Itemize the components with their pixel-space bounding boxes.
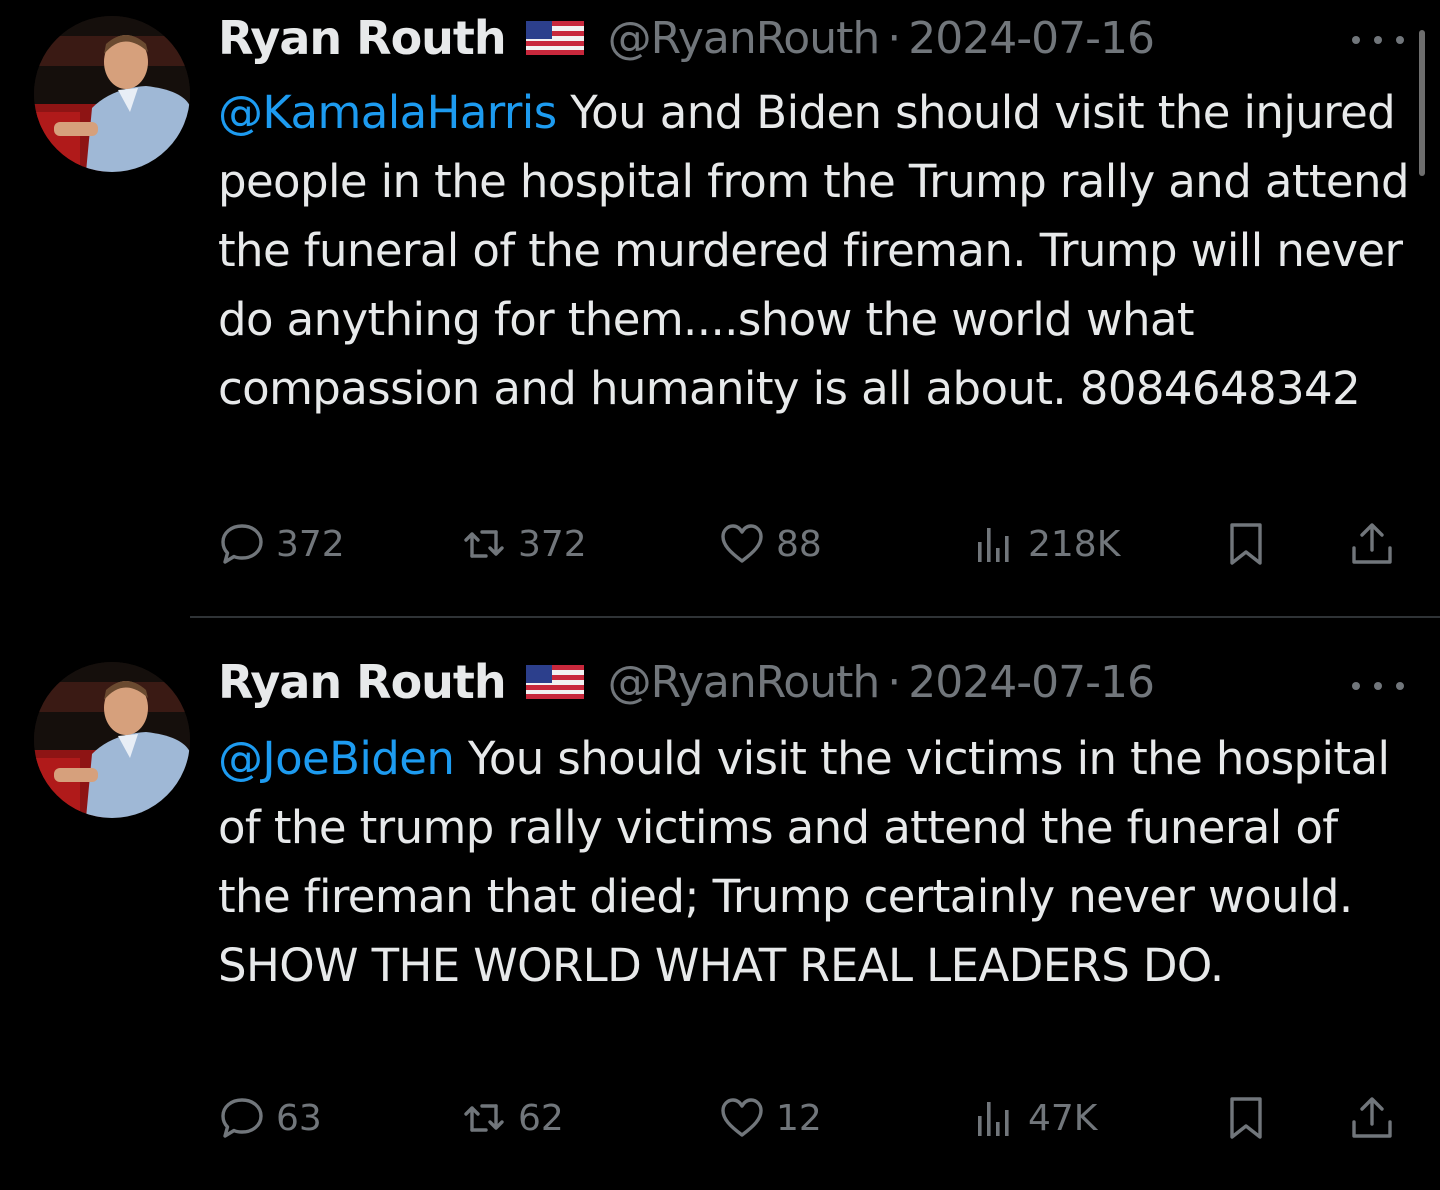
- more-options-icon[interactable]: [1352, 30, 1404, 50]
- tweet-actions: 63 62 12 47K: [218, 1088, 1408, 1148]
- avatar[interactable]: [34, 662, 190, 818]
- reply-count: 63: [276, 1097, 322, 1139]
- bar-chart-icon: [978, 528, 1009, 562]
- bar-chart-icon: [978, 1102, 1009, 1136]
- tweet-date[interactable]: 2024-07-16: [908, 13, 1155, 64]
- view-count: 218K: [1028, 523, 1121, 565]
- like-count: 88: [776, 523, 822, 565]
- tweet[interactable]: Ryan Routh @RyanRouth · 2024-07-16 @JoeB…: [0, 620, 1440, 1190]
- tweet[interactable]: Ryan Routh @RyanRouth · 2024-07-16 @Kama…: [0, 0, 1440, 616]
- user-handle[interactable]: @RyanRouth: [608, 657, 881, 708]
- heart-icon: [721, 1098, 763, 1137]
- share-button[interactable]: [1348, 1088, 1406, 1148]
- scrollbar[interactable]: [1419, 30, 1425, 176]
- like-button[interactable]: 88: [718, 514, 822, 574]
- like-count: 12: [776, 1097, 822, 1139]
- us-flag-icon: [525, 665, 584, 699]
- share-upload-icon: [1352, 523, 1392, 564]
- retweet-count: 372: [518, 523, 587, 565]
- retweet-arrows-icon: [464, 530, 504, 558]
- mention-link[interactable]: @JoeBiden: [218, 732, 455, 785]
- retweet-arrows-icon: [464, 1104, 504, 1132]
- like-button[interactable]: 12: [718, 1088, 822, 1148]
- heart-icon: [721, 524, 763, 563]
- display-name[interactable]: Ryan Routh: [218, 655, 507, 709]
- speech-bubble-icon: [221, 524, 263, 564]
- tweet-header: Ryan Routh @RyanRouth · 2024-07-16: [218, 654, 1155, 710]
- more-options-icon[interactable]: [1352, 676, 1404, 696]
- avatar[interactable]: [34, 16, 190, 172]
- retweet-button[interactable]: 372: [460, 514, 587, 574]
- retweet-count: 62: [518, 1097, 564, 1139]
- views-button[interactable]: 47K: [970, 1088, 1097, 1148]
- separator-dot: ·: [887, 12, 901, 64]
- tweet-divider: [190, 616, 1440, 618]
- tweet-feed: Ryan Routh @RyanRouth · 2024-07-16 @Kama…: [0, 0, 1440, 1190]
- reply-button[interactable]: 372: [218, 514, 345, 574]
- bookmark-icon: [1230, 523, 1262, 565]
- separator-dot: ·: [887, 656, 901, 708]
- tweet-text: @KamalaHarris You and Biden should visit…: [218, 78, 1418, 423]
- bookmark-icon: [1230, 1097, 1262, 1139]
- retweet-button[interactable]: 62: [460, 1088, 564, 1148]
- view-count: 47K: [1028, 1097, 1098, 1139]
- reply-count: 372: [276, 523, 345, 565]
- display-name[interactable]: Ryan Routh: [218, 11, 507, 65]
- bookmark-button[interactable]: [1222, 514, 1280, 574]
- mention-link[interactable]: @KamalaHarris: [218, 86, 557, 139]
- tweet-actions: 372 372 88 218K: [218, 514, 1408, 574]
- reply-button[interactable]: 63: [218, 1088, 322, 1148]
- bookmark-button[interactable]: [1222, 1088, 1280, 1148]
- tweet-date[interactable]: 2024-07-16: [908, 657, 1155, 708]
- speech-bubble-icon: [221, 1098, 263, 1138]
- share-upload-icon: [1352, 1097, 1392, 1138]
- user-handle[interactable]: @RyanRouth: [608, 13, 881, 64]
- tweet-text: @JoeBiden You should visit the victims i…: [218, 724, 1418, 1000]
- share-button[interactable]: [1348, 514, 1406, 574]
- us-flag-icon: [525, 21, 584, 55]
- tweet-header: Ryan Routh @RyanRouth · 2024-07-16: [218, 10, 1155, 66]
- views-button[interactable]: 218K: [970, 514, 1120, 574]
